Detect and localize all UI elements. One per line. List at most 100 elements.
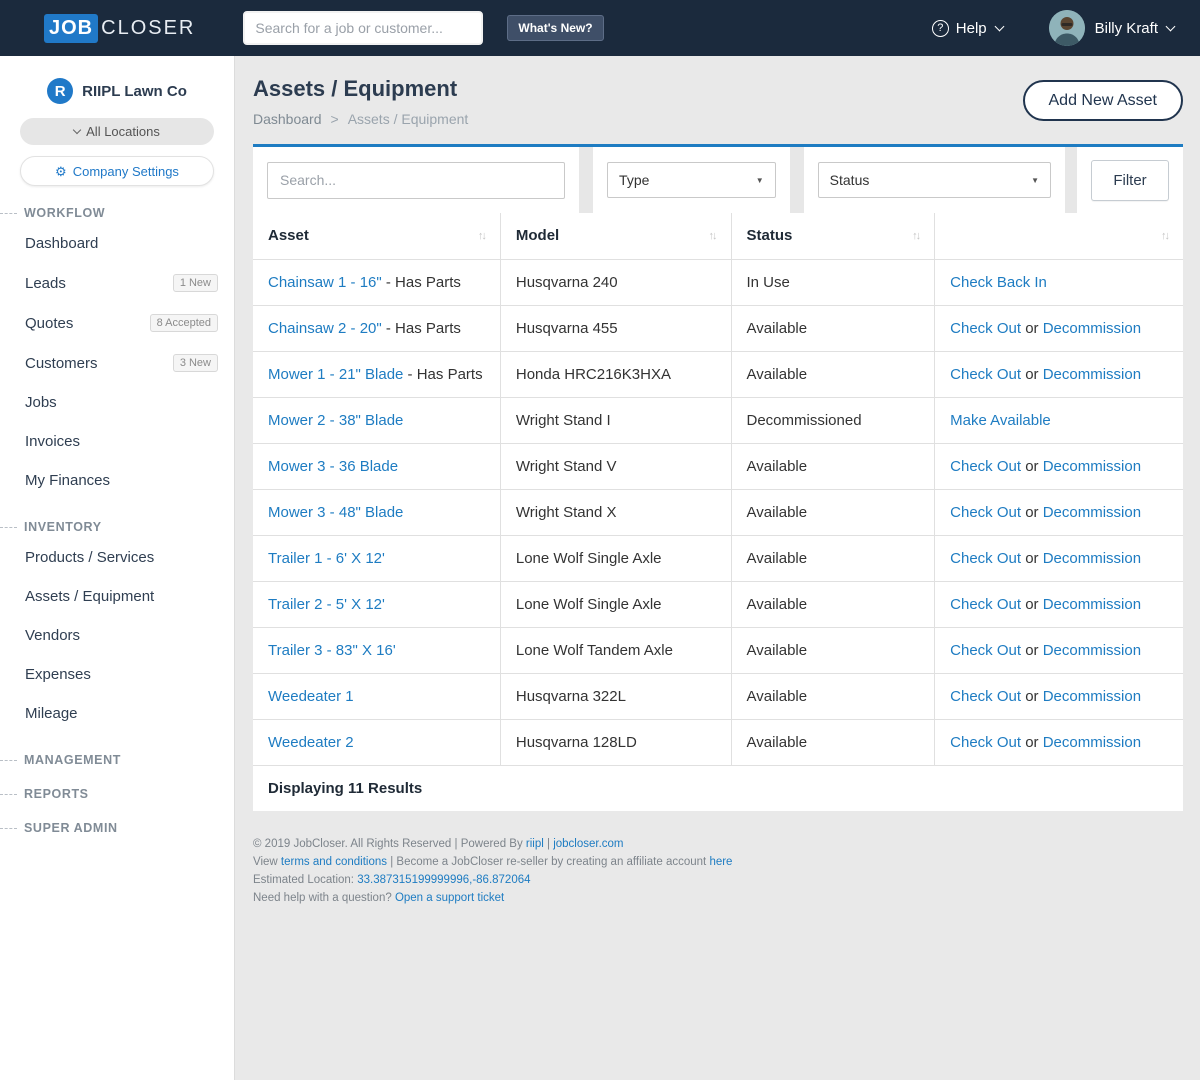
status-cell: In Use: [731, 259, 935, 305]
sidebar-section-super-admin[interactable]: SUPER ADMIN: [0, 821, 234, 835]
sidebar-section-workflow[interactable]: WORKFLOW: [0, 206, 234, 220]
decommission-link[interactable]: Decommission: [1043, 688, 1141, 705]
asset-link[interactable]: Mower 2 - 38" Blade: [268, 412, 403, 429]
asset-link[interactable]: Trailer 2 - 5' X 12': [268, 596, 385, 613]
sidebar-item-products-services[interactable]: Products / Services: [0, 538, 234, 577]
sort-icon[interactable]: ↑↓: [478, 230, 485, 242]
help-menu[interactable]: ? Help: [932, 20, 1003, 37]
footer-link[interactable]: here: [709, 856, 732, 868]
footer-link[interactable]: terms and conditions: [281, 856, 387, 868]
whats-new-button[interactable]: What's New?: [507, 15, 603, 41]
asset-link[interactable]: Chainsaw 2 - 20": [268, 320, 382, 337]
nav-item-label: My Finances: [25, 472, 218, 489]
nav-item-label: Quotes: [25, 315, 150, 332]
check-back-in-link[interactable]: Check Back In: [950, 274, 1047, 291]
sidebar-item-dashboard[interactable]: Dashboard: [0, 224, 234, 263]
column-header-blank[interactable]: ↑↓: [935, 213, 1183, 259]
column-header-asset[interactable]: Asset↑↓: [253, 213, 500, 259]
sort-icon[interactable]: ↑↓: [709, 230, 716, 242]
footer-line: Need help with a question? Open a suppor…: [253, 891, 1183, 905]
chevron-down-icon: [994, 21, 1004, 31]
check-out-link[interactable]: Check Out: [950, 320, 1021, 337]
model-cell: Lone Wolf Tandem Axle: [500, 627, 731, 673]
asset-link[interactable]: Mower 3 - 36 Blade: [268, 458, 398, 475]
avatar[interactable]: [1049, 10, 1085, 46]
asset-cell: Weedeater 1: [253, 673, 500, 719]
check-out-link[interactable]: Check Out: [950, 366, 1021, 383]
footer-text: |: [544, 838, 553, 850]
gear-icon: ⚙: [55, 165, 67, 178]
nav-item-label: Customers: [25, 355, 173, 372]
model-cell: Wright Stand X: [500, 489, 731, 535]
global-search-input[interactable]: [243, 11, 483, 45]
sort-icon[interactable]: ↑↓: [912, 230, 919, 242]
sidebar-item-mileage[interactable]: Mileage: [0, 694, 234, 733]
sidebar-item-quotes[interactable]: Quotes8 Accepted: [0, 303, 234, 343]
footer-link[interactable]: riipl: [526, 838, 544, 850]
asset-link[interactable]: Mower 3 - 48" Blade: [268, 504, 403, 521]
decommission-link[interactable]: Decommission: [1043, 596, 1141, 613]
decommission-link[interactable]: Decommission: [1043, 550, 1141, 567]
model-cell: Wright Stand I: [500, 397, 731, 443]
check-out-link[interactable]: Check Out: [950, 642, 1021, 659]
footer-link[interactable]: 33.387315199999996,-86.872064: [357, 874, 530, 886]
sidebar-item-vendors[interactable]: Vendors: [0, 616, 234, 655]
check-out-link[interactable]: Check Out: [950, 550, 1021, 567]
check-out-link[interactable]: Check Out: [950, 504, 1021, 521]
decommission-link[interactable]: Decommission: [1043, 642, 1141, 659]
app-logo[interactable]: JOB CLOSER: [44, 14, 195, 43]
footer-link[interactable]: jobcloser.com: [553, 838, 623, 850]
actions-cell: Check Out or Decommission: [935, 443, 1183, 489]
check-out-link[interactable]: Check Out: [950, 458, 1021, 475]
asset-cell: Mower 1 - 21" Blade - Has Parts: [253, 351, 500, 397]
sidebar-item-assets-equipment[interactable]: Assets / Equipment: [0, 577, 234, 616]
column-header-status[interactable]: Status↑↓: [731, 213, 935, 259]
sidebar-item-customers[interactable]: Customers3 New: [0, 343, 234, 383]
actions-cell: Check Out or Decommission: [935, 627, 1183, 673]
check-out-link[interactable]: Check Out: [950, 734, 1021, 751]
nav-item-label: Vendors: [25, 627, 218, 644]
sidebar-item-jobs[interactable]: Jobs: [0, 383, 234, 422]
table-row: Mower 1 - 21" Blade - Has PartsHonda HRC…: [253, 351, 1183, 397]
table-search-input[interactable]: [267, 162, 565, 199]
make-available-link[interactable]: Make Available: [950, 412, 1051, 429]
sidebar-section-reports[interactable]: REPORTS: [0, 787, 234, 801]
footer-link[interactable]: Open a support ticket: [395, 892, 504, 904]
actions-cell: Make Available: [935, 397, 1183, 443]
asset-cell: Trailer 1 - 6' X 12': [253, 535, 500, 581]
company-settings-button[interactable]: ⚙ Company Settings: [20, 156, 214, 186]
type-select[interactable]: Type ▼: [607, 162, 776, 198]
sort-icon[interactable]: ↑↓: [1161, 230, 1168, 242]
decommission-link[interactable]: Decommission: [1043, 504, 1141, 521]
sidebar-item-my-finances[interactable]: My Finances: [0, 461, 234, 500]
breadcrumb-dashboard-link[interactable]: Dashboard: [253, 111, 322, 127]
check-out-link[interactable]: Check Out: [950, 688, 1021, 705]
sidebar-section-inventory[interactable]: INVENTORY: [0, 520, 234, 534]
asset-cell: Trailer 2 - 5' X 12': [253, 581, 500, 627]
user-menu[interactable]: Billy Kraft: [1095, 20, 1174, 37]
location-selector[interactable]: All Locations: [20, 118, 214, 145]
asset-link[interactable]: Weedeater 1: [268, 688, 354, 705]
table-row: Trailer 3 - 83" X 16' Lone Wolf Tandem Ax…: [253, 627, 1183, 673]
asset-link[interactable]: Trailer 3 - 83" X 16': [268, 642, 396, 659]
section-label: WORKFLOW: [24, 206, 105, 220]
column-header-model[interactable]: Model↑↓: [500, 213, 731, 259]
sidebar-item-invoices[interactable]: Invoices: [0, 422, 234, 461]
status-select[interactable]: Status ▼: [818, 162, 1051, 198]
asset-link[interactable]: Mower 1 - 21" Blade: [268, 366, 403, 383]
check-out-link[interactable]: Check Out: [950, 596, 1021, 613]
company-logo: R: [47, 78, 73, 104]
sidebar-item-leads[interactable]: Leads1 New: [0, 263, 234, 303]
nav-badge: 8 Accepted: [150, 314, 218, 332]
sidebar-section-management[interactable]: MANAGEMENT: [0, 753, 234, 767]
filter-button[interactable]: Filter: [1091, 160, 1169, 201]
asset-link[interactable]: Chainsaw 1 - 16": [268, 274, 382, 291]
asset-link[interactable]: Weedeater 2: [268, 734, 354, 751]
decommission-link[interactable]: Decommission: [1043, 366, 1141, 383]
decommission-link[interactable]: Decommission: [1043, 734, 1141, 751]
add-new-asset-button[interactable]: Add New Asset: [1023, 80, 1184, 121]
asset-link[interactable]: Trailer 1 - 6' X 12': [268, 550, 385, 567]
sidebar-item-expenses[interactable]: Expenses: [0, 655, 234, 694]
decommission-link[interactable]: Decommission: [1043, 458, 1141, 475]
decommission-link[interactable]: Decommission: [1043, 320, 1141, 337]
